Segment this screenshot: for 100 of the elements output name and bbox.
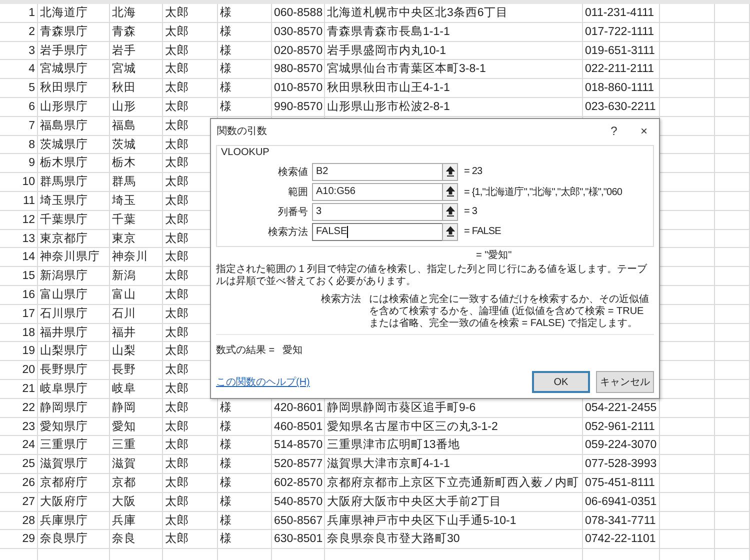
table-cell: 023-630-2211 — [583, 98, 660, 117]
table-cell: 540-8570 — [272, 492, 325, 512]
row-number: 25 — [0, 455, 38, 474]
table-cell: 静岡 — [110, 398, 163, 418]
row-number: 8 — [0, 136, 38, 154]
table-cell: 075-451-8111 — [583, 474, 660, 493]
table-cell: 埼玉 — [110, 192, 163, 211]
row-number: 3 — [0, 42, 38, 60]
table-cell: 様 — [218, 79, 272, 98]
field-label: 検索方法 — [267, 226, 309, 238]
table-cell: 山形 — [110, 98, 163, 117]
table-cell: 千葉県庁 — [38, 210, 110, 230]
row-number: 28 — [0, 512, 38, 530]
table-cell: 岐阜県庁 — [38, 380, 110, 399]
table-cell: 650-8567 — [272, 512, 325, 530]
table-cell: 東京 — [110, 230, 163, 248]
table-cell: 大阪府庁 — [38, 492, 110, 512]
input-field[interactable]: A10:G56 — [312, 182, 442, 200]
help-button[interactable]: ? — [599, 120, 629, 142]
table-cell: 太郎 — [163, 4, 218, 23]
table-cell: 京都 — [110, 474, 163, 493]
argument-result: = FALSE — [463, 226, 502, 237]
row-number: 14 — [0, 248, 38, 268]
row-number: 15 — [0, 267, 38, 286]
field-label: 列番号 — [277, 206, 309, 218]
table-cell: 022-211-2111 — [583, 60, 660, 80]
table-cell: 山梨県庁 — [38, 342, 110, 362]
table-cell: 静岡県庁 — [38, 398, 110, 418]
row-number: 27 — [0, 492, 38, 512]
table-cell: 茨城 — [110, 136, 163, 154]
row-number: 16 — [0, 286, 38, 305]
row-number: 12 — [0, 210, 38, 230]
table-cell: 福島県庁 — [38, 116, 110, 136]
argument-result: = 3 — [463, 206, 478, 217]
row-number: 18 — [0, 324, 38, 342]
formula-result-label: 数式の結果 = — [216, 344, 275, 357]
table-cell: 030-8570 — [272, 22, 325, 42]
table-cell: 三重 — [110, 436, 163, 456]
row-number: 19 — [0, 342, 38, 362]
row-number: 23 — [0, 418, 38, 436]
table-cell: 520-8577 — [272, 455, 325, 474]
table-cell: 京都府庁 — [38, 474, 110, 493]
row-number: 20 — [0, 361, 38, 380]
argument-result: = {1,"北海道庁","北海","太郎","様","060 — [463, 186, 624, 198]
input-field[interactable]: B2 — [312, 162, 442, 180]
table-cell: 茨城県庁 — [38, 136, 110, 154]
table-cell: 059-224-3070 — [583, 436, 660, 456]
input-field[interactable]: 3 — [312, 202, 442, 220]
row-number: 22 — [0, 398, 38, 418]
table-cell: 栃木 — [110, 154, 163, 174]
input-field[interactable]: FALSE — [312, 222, 442, 240]
table-cell: 太郎 — [163, 22, 218, 42]
table-cell: 愛知県名古屋市中区三の丸3-1-2 — [325, 418, 583, 436]
table-cell: 様 — [218, 42, 272, 60]
table-cell: 栃木県庁 — [38, 154, 110, 174]
help-link[interactable]: この関数のヘルプ(H) — [216, 375, 526, 389]
row-number: 26 — [0, 474, 38, 493]
row-number: 5 — [0, 79, 38, 98]
function-name: VLOOKUP — [221, 147, 270, 158]
table-cell: 福井 — [110, 324, 163, 342]
table-cell: 052-961-2111 — [583, 418, 660, 436]
row-number: 9 — [0, 154, 38, 174]
table-cell: 青森県青森市長島1-1-1 — [325, 22, 583, 42]
table-cell: 北海道札幌市中央区北3条西6丁目 — [325, 4, 583, 23]
table-cell: 様 — [218, 4, 272, 23]
table-cell: 様 — [218, 512, 272, 530]
row-number: 10 — [0, 173, 38, 192]
table-cell: 様 — [218, 474, 272, 493]
row-number: 2 — [0, 22, 38, 42]
row-number: 17 — [0, 304, 38, 324]
table-cell: 様 — [218, 530, 272, 550]
ok-button[interactable]: OK — [532, 371, 590, 393]
table-cell: 三重県津市広明町13番地 — [325, 436, 583, 456]
table-cell: 078-341-7711 — [583, 512, 660, 530]
table-cell: 奈良 — [110, 530, 163, 550]
table-cell: 石川 — [110, 304, 163, 324]
table-cell: 630-8501 — [272, 530, 325, 550]
close-button[interactable]: × — [629, 120, 659, 142]
table-cell: 太郎 — [163, 436, 218, 456]
table-cell: 京都府京都市上京区下立売通新町西入薮ノ内町 — [325, 474, 583, 493]
cancel-button[interactable]: キャンセル — [596, 371, 654, 393]
table-cell: 富山県庁 — [38, 286, 110, 305]
field-label: 範囲 — [287, 186, 309, 198]
table-cell: 新潟県庁 — [38, 267, 110, 286]
table-cell: 兵庫県神戸市中央区下山手通5-10-1 — [325, 512, 583, 530]
table-cell: 北海 — [110, 4, 163, 23]
table-cell: 滋賀 — [110, 455, 163, 474]
argument-help: には検索値と完全に一致する値だけを検索するか、その近似値を含めて検索するかを、論理値 (近似値を含めて検索 = TRUE または省略、完全一致の値を検索 = FALSE) で指定します。 — [369, 294, 650, 330]
table-cell: 060-8588 — [272, 4, 325, 23]
table-cell: 宮城 — [110, 60, 163, 80]
table-cell: 0742-22-1101 — [583, 530, 660, 550]
table-cell: 020-8570 — [272, 42, 325, 60]
table-cell: 460-8501 — [272, 418, 325, 436]
table-cell: 太郎 — [163, 455, 218, 474]
table-cell: 長野 — [110, 361, 163, 380]
table-cell: 福井県庁 — [38, 324, 110, 342]
table-cell: 奈良県奈良市登大路町30 — [325, 530, 583, 550]
table-cell: 宮城県庁 — [38, 60, 110, 80]
table-cell: 福島 — [110, 116, 163, 136]
table-cell: 太郎 — [163, 492, 218, 512]
